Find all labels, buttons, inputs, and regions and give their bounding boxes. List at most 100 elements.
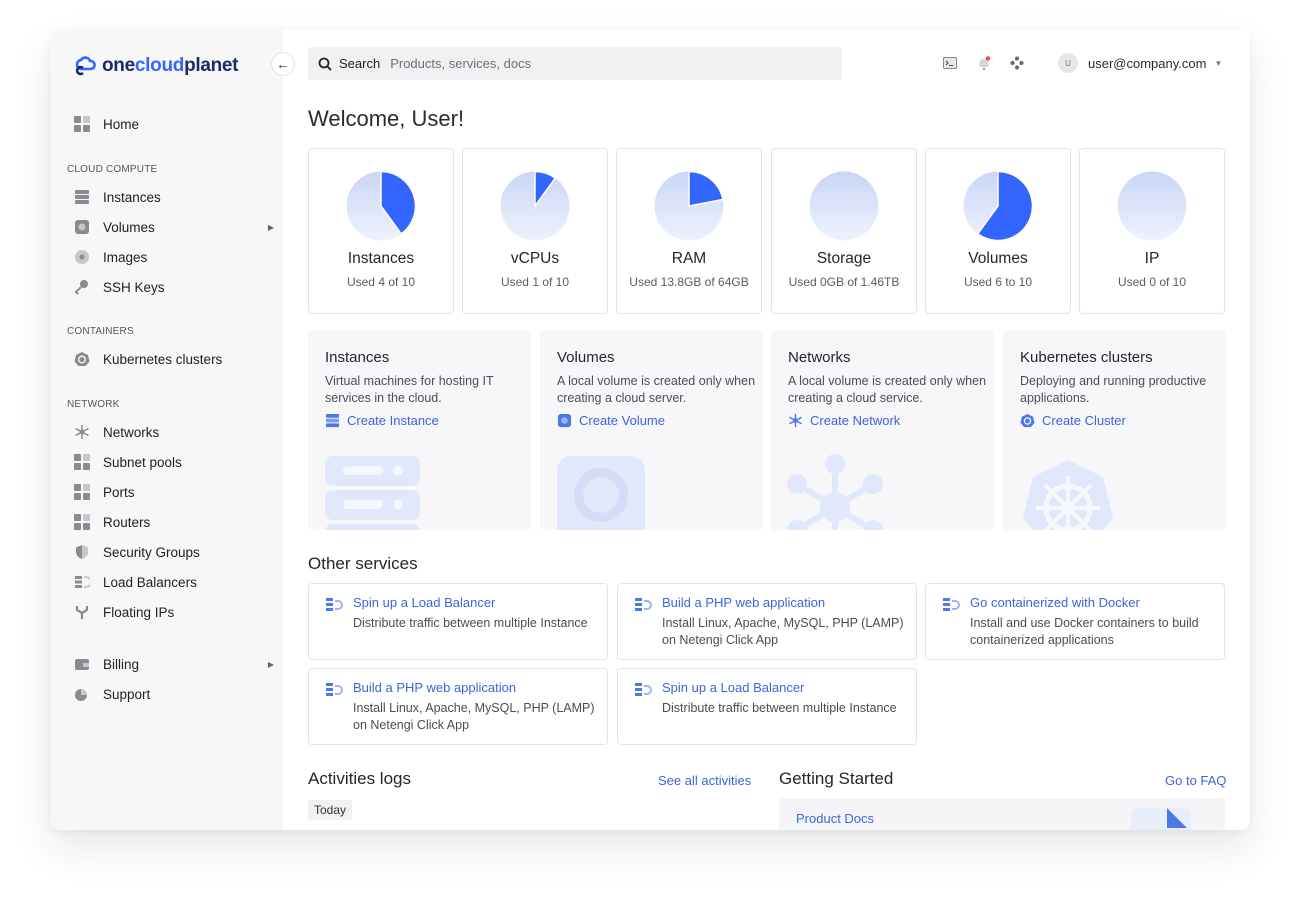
other-service-title[interactable]: Build a PHP web application: [353, 680, 516, 695]
usage-card-ip[interactable]: IP Used 0 of 10: [1079, 148, 1225, 314]
sidebar-item-volumes[interactable]: Volumes ▶: [74, 214, 274, 240]
sidebar-item-label: Subnet pools: [103, 454, 182, 470]
service-card-kubernetes[interactable]: Kubernetes clusters Deploying and runnin…: [1003, 330, 1226, 530]
sidebar-item-home[interactable]: Home: [74, 111, 274, 137]
usage-pie-chart: [654, 171, 724, 241]
sidebar-item-kubernetes-clusters[interactable]: Kubernetes clusters: [74, 346, 274, 372]
sidebar-item-routers[interactable]: Routers: [74, 509, 274, 535]
sidebar-item-networks[interactable]: Networks: [74, 419, 274, 445]
sidebar-item-label: Security Groups: [103, 544, 200, 560]
usage-card-vcpus[interactable]: vCPUs Used 1 of 10: [462, 148, 608, 314]
usage-name: Instances: [347, 250, 415, 267]
volume-icon: [557, 413, 572, 428]
fork-icon: [75, 606, 89, 619]
usage-value: Used 13.8GB of 64GB: [629, 275, 749, 289]
sidebar-item-label: Home: [103, 116, 140, 132]
sidebar-item-floating-ips[interactable]: Floating IPs: [74, 599, 274, 625]
link-label: Create Cluster: [1042, 413, 1126, 428]
sidebar-item-label: Networks: [103, 424, 160, 440]
product-docs-link[interactable]: Product Docs: [796, 811, 874, 826]
go-to-faq-link[interactable]: Go to FAQ: [1165, 773, 1226, 788]
wallet-icon: [75, 659, 89, 670]
arrow-left-icon: ←: [276, 56, 290, 72]
sidebar-item-label: Instances: [103, 189, 161, 205]
other-service-card[interactable]: Go containerized with Docker Install and …: [925, 583, 1225, 660]
date-group-label: Today: [308, 800, 353, 820]
sidebar-item-images[interactable]: Images: [74, 244, 274, 270]
brand-part1: one: [102, 55, 135, 76]
create-cluster-link[interactable]: Create Cluster: [1020, 413, 1126, 428]
usage-name: RAM: [671, 250, 707, 267]
apps-icon[interactable]: [1008, 54, 1026, 72]
sidebar-item-instances[interactable]: Instances: [74, 184, 274, 210]
service-card-instances[interactable]: Instances Virtual machines for hosting I…: [308, 330, 531, 530]
other-service-description: Install Linux, Apache, MySQL, PHP (LAMP)…: [662, 616, 904, 647]
app-window: onecloudplanet Home CLOUD COMPUTE Instan…: [50, 30, 1250, 830]
section-label-cloud-compute: CLOUD COMPUTE: [67, 164, 158, 175]
sidebar-item-support[interactable]: Support: [74, 681, 274, 707]
other-services-title: Other services: [308, 554, 418, 573]
service-card-volumes[interactable]: Volumes A local volume is created only w…: [540, 330, 763, 530]
sidebar-item-load-balancers[interactable]: Load Balancers: [74, 569, 274, 595]
link-label: Create Network: [810, 413, 901, 428]
sidebar: onecloudplanet Home CLOUD COMPUTE Instan…: [50, 30, 283, 830]
sidebar-item-subnet-pools[interactable]: Subnet pools: [74, 449, 274, 475]
create-network-link[interactable]: Create Network: [788, 413, 900, 428]
support-icon: [75, 689, 87, 701]
service-card-networks[interactable]: Networks A local volume is created only …: [771, 330, 994, 530]
usage-value: Used 1 of 10: [500, 275, 570, 289]
expand-arrow-icon[interactable]: ▶: [268, 223, 274, 232]
link-label: Create Instance: [347, 413, 439, 428]
other-service-card[interactable]: Build a PHP web application Install Linux…: [308, 668, 608, 745]
create-volume-link[interactable]: Create Volume: [557, 413, 665, 428]
usage-pie-chart: [346, 171, 416, 241]
service-description: Deploying and running productive applica…: [1020, 374, 1207, 405]
routers-icon: [74, 514, 90, 530]
brand-part3: planet: [184, 55, 239, 76]
server-illustration: [325, 456, 420, 530]
cloud-logo-icon: [75, 56, 96, 76]
volume-illustration: [557, 456, 645, 530]
sidebar-item-label: Billing: [103, 656, 140, 672]
service-description: A local volume is created only when crea…: [557, 374, 756, 405]
usage-card-storage[interactable]: Storage Used 0GB of 1.46TB: [771, 148, 917, 314]
pie-used-slice: [688, 171, 724, 207]
load-balancer-icon: [326, 683, 343, 696]
key-icon: [74, 280, 88, 295]
other-service-title[interactable]: Spin up a Load Balancer: [353, 595, 495, 610]
terminal-icon[interactable]: [941, 54, 959, 72]
sidebar-item-billing[interactable]: Billing ▶: [74, 651, 274, 677]
brand-logo[interactable]: onecloudplanet: [75, 55, 239, 77]
user-menu[interactable]: U user@company.com ▼: [1058, 53, 1222, 73]
usage-name: IP: [1144, 250, 1160, 267]
other-service-title[interactable]: Build a PHP web application: [662, 595, 825, 610]
other-service-card[interactable]: Spin up a Load Balancer Distribute traffi…: [617, 668, 917, 745]
usage-card-instances[interactable]: Instances Used 4 of 10: [308, 148, 454, 314]
usage-card-volumes[interactable]: Volumes Used 6 to 10: [925, 148, 1071, 314]
see-all-activities-link[interactable]: See all activities: [658, 773, 751, 788]
product-docs-card[interactable]: Product Docs: [779, 798, 1225, 830]
sidebar-item-label: Floating IPs: [103, 604, 175, 620]
sidebar-item-label: SSH Keys: [103, 279, 165, 295]
search-bar[interactable]: Search Products, services, docs: [308, 47, 842, 80]
sidebar-item-ports[interactable]: Ports: [74, 479, 274, 505]
other-service-card[interactable]: Spin up a Load Balancer Distribute traffi…: [308, 583, 608, 660]
sidebar-item-ssh-keys[interactable]: SSH Keys: [74, 274, 274, 300]
other-service-title[interactable]: Go containerized with Docker: [970, 595, 1140, 610]
other-service-title[interactable]: Spin up a Load Balancer: [662, 680, 804, 695]
usage-value: Used 6 to 10: [963, 275, 1033, 289]
service-description: A local volume is created only when crea…: [788, 374, 987, 405]
sidebar-item-security-groups[interactable]: Security Groups: [74, 539, 274, 565]
shield-icon: [76, 545, 88, 559]
expand-arrow-icon[interactable]: ▶: [268, 660, 274, 669]
usage-pie-chart: [963, 171, 1033, 241]
sidebar-item-label: Support: [103, 686, 151, 702]
create-instance-link[interactable]: Create Instance: [325, 413, 439, 428]
other-service-card[interactable]: Build a PHP web application Install Linux…: [617, 583, 917, 660]
service-title: Instances: [325, 349, 390, 366]
service-title: Volumes: [557, 349, 615, 366]
collapse-sidebar-button[interactable]: ←: [271, 52, 295, 76]
bell-icon[interactable]: [975, 54, 993, 72]
network-icon: [75, 425, 89, 439]
usage-card-ram[interactable]: RAM Used 13.8GB of 64GB: [616, 148, 762, 314]
